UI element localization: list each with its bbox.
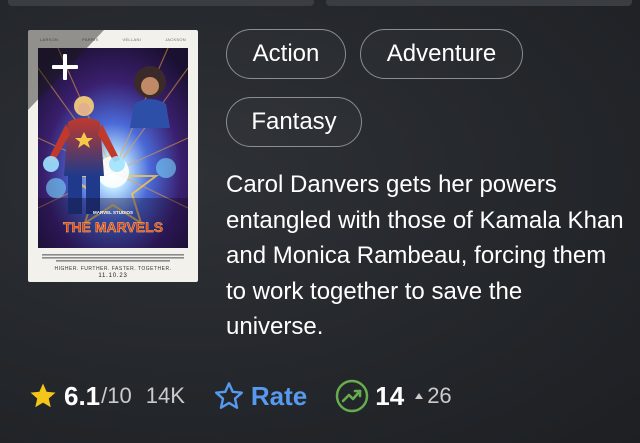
add-to-watchlist-button[interactable] bbox=[28, 30, 104, 110]
poster-title: THE MARVELS bbox=[63, 219, 163, 235]
star-filled-icon bbox=[30, 383, 56, 408]
rate-button[interactable]: Rate bbox=[213, 380, 307, 412]
popularity-meter[interactable]: 14 26 bbox=[335, 379, 452, 413]
genre-chip-action[interactable]: Action bbox=[226, 29, 346, 79]
poster-billing-lines bbox=[42, 254, 184, 262]
poster-tagline: HIGHER. FURTHER. FASTER. TOGETHER. bbox=[54, 266, 172, 272]
genre-chip-fantasy[interactable]: Fantasy bbox=[226, 97, 362, 147]
trending-up-icon bbox=[336, 379, 369, 413]
imdb-rating[interactable]: 6.1 /10 14K bbox=[28, 381, 185, 412]
genre-chip-label: Fantasy bbox=[251, 108, 337, 135]
plot-summary[interactable]: Carol Danvers gets her powers entangled … bbox=[226, 167, 626, 345]
poster-footer: HIGHER. FURTHER. FASTER. TOGETHER. 11.10… bbox=[28, 248, 198, 282]
poster-billing-block bbox=[42, 254, 184, 263]
caret-up-icon bbox=[415, 393, 424, 399]
plus-icon bbox=[52, 54, 78, 80]
rate-button-label: Rate bbox=[250, 380, 308, 411]
top-bar-left-segment bbox=[8, 0, 314, 6]
genre-chip-adventure[interactable]: Adventure bbox=[360, 29, 523, 79]
poster-credit: VELLANI bbox=[122, 36, 142, 42]
poster-studio-label: MARVEL STUDIOS bbox=[93, 210, 133, 215]
rating-scale: /10 bbox=[101, 383, 132, 408]
popularity-change: 26 bbox=[427, 383, 452, 408]
popularity-rank: 14 bbox=[375, 380, 405, 411]
rating-bar: 6.1 /10 14K Rate 14 26 bbox=[28, 376, 452, 416]
genre-chip-label: Adventure bbox=[386, 40, 497, 67]
top-bar-right-segment bbox=[326, 0, 632, 6]
rating-value: 6.1 bbox=[64, 380, 101, 411]
poster-release-date: 11.10.23 bbox=[98, 273, 128, 279]
genre-chip-label: Action bbox=[252, 40, 320, 67]
star-outline-icon bbox=[214, 382, 243, 409]
poster-credit: JACKSON bbox=[165, 36, 186, 42]
rating-count: 14K bbox=[145, 383, 185, 408]
